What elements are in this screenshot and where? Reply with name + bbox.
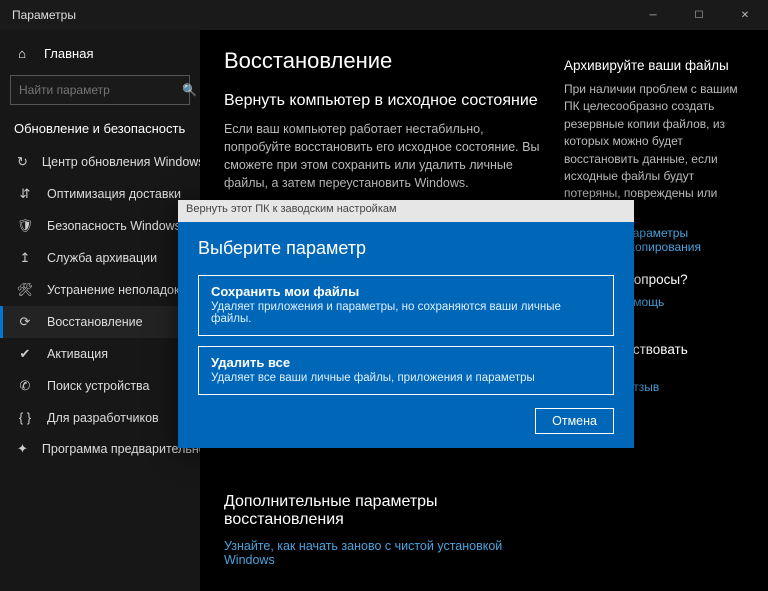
cancel-button[interactable]: Отмена [535,408,614,434]
nav-label: Для разработчиков [47,411,159,425]
option-desc: Удаляет все ваши личные файлы, приложени… [211,372,601,384]
home-icon: ⌂ [14,46,30,61]
section-header: Обновление и безопасность [0,115,200,146]
wrench-icon: 🛠 [17,282,33,298]
search-input[interactable] [11,83,182,97]
clean-install-link[interactable]: Узнайте, как начать заново с чистой уста… [224,539,540,567]
nav-windows-update[interactable]: ↻ Центр обновления Windows [0,146,200,178]
titlebar: Параметры ─ ☐ ✕ [0,0,768,30]
nav-for-developers[interactable]: { } Для разработчиков [0,402,200,433]
home-label: Главная [44,46,93,61]
option-remove-everything[interactable]: Удалить все Удаляет все ваши личные файл… [198,346,614,395]
nav-insider-program[interactable]: ✦ Программа предварительной оценки Windo… [0,433,200,465]
nav-recovery[interactable]: ⟳ Восстановление [0,306,200,338]
nav-windows-security[interactable]: 🛡 Безопасность Windows [0,210,200,242]
nav-label: Служба архивации [47,251,157,265]
code-icon: { } [17,410,33,425]
find-device-icon: ✆ [17,378,33,394]
nav-label: Устранение неполадок [47,283,179,297]
window-controls: ─ ☐ ✕ [630,0,768,30]
maximize-button[interactable]: ☐ [676,0,722,30]
nav-label: Оптимизация доставки [47,187,181,201]
dialog-body: Выберите параметр Сохранить мои файлы Уд… [178,222,634,421]
search-box[interactable]: 🔍 [10,75,190,105]
option-desc: Удаляет приложения и параметры, но сохра… [211,301,601,325]
nav-label: Центр обновления Windows [42,155,200,169]
minimize-button[interactable]: ─ [630,0,676,30]
sidebar: ⌂ Главная 🔍 Обновление и безопасность ↻ … [0,30,200,591]
recovery-icon: ⟳ [17,314,33,330]
nav-troubleshoot[interactable]: 🛠 Устранение неполадок [0,274,200,306]
dialog-heading: Выберите параметр [198,238,614,259]
nav-label: Активация [47,347,108,361]
insider-icon: ✦ [17,441,28,457]
page-title: Восстановление [224,48,540,74]
nav-find-device[interactable]: ✆ Поиск устройства [0,370,200,402]
nav-activation[interactable]: ✔ Активация [0,338,200,370]
nav-backup[interactable]: ↥ Служба архивации [0,242,200,274]
nav-delivery-optimization[interactable]: ⇵ Оптимизация доставки [0,178,200,210]
shield-icon: 🛡 [17,218,33,234]
backup-icon: ↥ [17,250,33,266]
option-keep-files[interactable]: Сохранить мои файлы Удаляет приложения и… [198,275,614,336]
update-icon: ↻ [17,154,28,170]
home-link[interactable]: ⌂ Главная [0,40,200,67]
search-icon: 🔍 [182,83,197,97]
dialog-footer: Отмена [535,408,614,434]
search-wrap: 🔍 [10,75,190,105]
backup-heading: Архивируйте ваши файлы [564,58,744,73]
nav-label: Поиск устройства [47,379,150,393]
delivery-icon: ⇵ [17,186,33,202]
reset-dialog: Вернуть этот ПК к заводским настройкам В… [178,200,634,448]
more-options-heading: Дополнительные параметры восстановления [224,493,540,529]
option-title: Сохранить мои файлы [211,284,601,299]
nav-label: Безопасность Windows [47,219,181,233]
dialog-titlebar: Вернуть этот ПК к заводским настройкам [178,200,634,222]
reset-description: Если ваш компьютер работает нестабильно,… [224,120,540,193]
nav-label: Восстановление [47,315,143,329]
close-button[interactable]: ✕ [722,0,768,30]
reset-heading: Вернуть компьютер в исходное состояние [224,92,540,110]
activation-icon: ✔ [17,346,33,362]
option-title: Удалить все [211,355,601,370]
nav-label: Программа предварительной оценки Windows [42,442,200,456]
window-title: Параметры [0,8,630,22]
